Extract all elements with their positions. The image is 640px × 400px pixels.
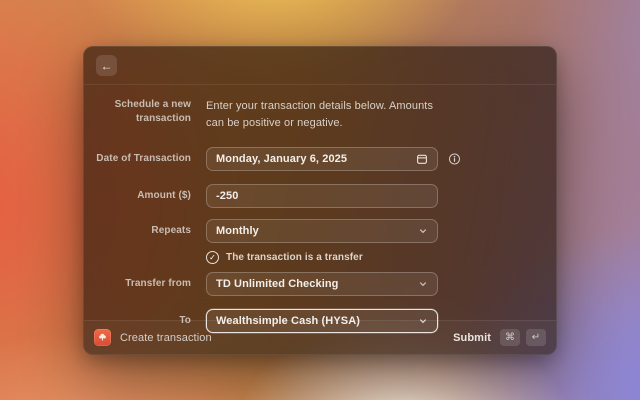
- amount-label: Amount ($): [84, 189, 191, 203]
- date-row: Date of Transaction Monday, January 6, 2…: [84, 147, 556, 171]
- schedule-transaction-dialog: ← Schedule a new transaction Enter your …: [83, 46, 557, 355]
- lunch-money-app-icon: [94, 329, 111, 346]
- command-key-icon: ⌘: [500, 329, 520, 346]
- dialog-header: ←: [84, 47, 556, 85]
- dialog-footer: Create transaction Submit ⌘ ↵: [84, 320, 556, 354]
- info-icon[interactable]: [448, 153, 461, 166]
- checkbox-checked-icon: ✓: [206, 251, 219, 264]
- repeats-row: Repeats Monthly: [84, 219, 556, 243]
- repeats-value: Monthly: [216, 225, 412, 237]
- chevron-down-icon: [418, 279, 428, 289]
- intro-row: Schedule a new transaction Enter your tr…: [84, 98, 556, 131]
- section-description: Enter your transaction details below. Am…: [206, 98, 446, 131]
- transfer-from-select[interactable]: TD Unlimited Checking: [206, 272, 438, 296]
- transfer-from-row: Transfer from TD Unlimited Checking: [84, 272, 556, 296]
- date-value: Monday, January 6, 2025: [216, 153, 410, 165]
- amount-row: Amount ($): [84, 184, 556, 208]
- transfer-from-value: TD Unlimited Checking: [216, 278, 412, 290]
- date-label: Date of Transaction: [84, 152, 191, 166]
- transfer-checkbox-row: ✓ The transaction is a transfer: [84, 251, 556, 264]
- repeats-select[interactable]: Monthly: [206, 219, 438, 243]
- return-key-icon: ↵: [526, 329, 546, 346]
- transfer-checkbox[interactable]: ✓ The transaction is a transfer: [206, 251, 438, 264]
- calendar-icon: [416, 153, 428, 165]
- transfer-checkbox-label: The transaction is a transfer: [226, 252, 363, 263]
- submit-label: Submit: [453, 332, 491, 344]
- footer-action-label: Create transaction: [120, 332, 212, 344]
- chevron-down-icon: [418, 226, 428, 236]
- dialog-body: Schedule a new transaction Enter your tr…: [84, 85, 556, 333]
- transfer-from-label: Transfer from: [84, 277, 191, 291]
- back-button[interactable]: ←: [96, 55, 117, 76]
- date-field[interactable]: Monday, January 6, 2025: [206, 147, 438, 171]
- submit-button[interactable]: Submit ⌘ ↵: [453, 329, 546, 346]
- section-label: Schedule a new transaction: [84, 98, 191, 125]
- repeats-label: Repeats: [84, 224, 191, 238]
- amount-input[interactable]: [206, 184, 438, 208]
- back-arrow-icon: ←: [101, 59, 113, 73]
- desktop-background: { "window": { "back_icon": "←" }, "form"…: [0, 0, 640, 400]
